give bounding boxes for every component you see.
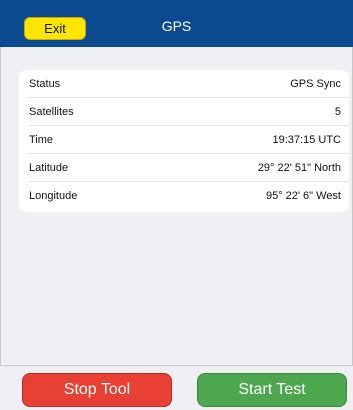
header-bar: Exit GPS (0, 0, 353, 47)
stop-tool-button[interactable]: Stop Tool (22, 373, 172, 407)
status-value: GPS Sync (290, 78, 341, 90)
satellites-label: Satellites (29, 106, 74, 118)
longitude-row: Longitude 95° 22' 6" West (19, 182, 349, 210)
status-label: Status (29, 78, 61, 90)
latitude-row: Latitude 29° 22' 51" North (19, 154, 349, 182)
latitude-label: Latitude (29, 162, 69, 174)
longitude-value: 95° 22' 6" West (265, 190, 341, 202)
start-test-button[interactable]: Start Test (197, 373, 347, 407)
time-row: Time 19:37:15 UTC (19, 126, 349, 154)
satellites-row: Satellites 5 (19, 98, 349, 126)
latitude-value: 29° 22' 51" North (257, 162, 341, 174)
time-value: 19:37:15 UTC (272, 134, 341, 146)
longitude-label: Longitude (29, 190, 78, 202)
status-row: Status GPS Sync (19, 70, 349, 98)
gps-info-card: Status GPS Sync Satellites 5 Time 19:37:… (19, 70, 349, 212)
satellites-value: 5 (334, 106, 341, 118)
time-label: Time (29, 134, 54, 146)
page-title: GPS (161, 18, 192, 34)
